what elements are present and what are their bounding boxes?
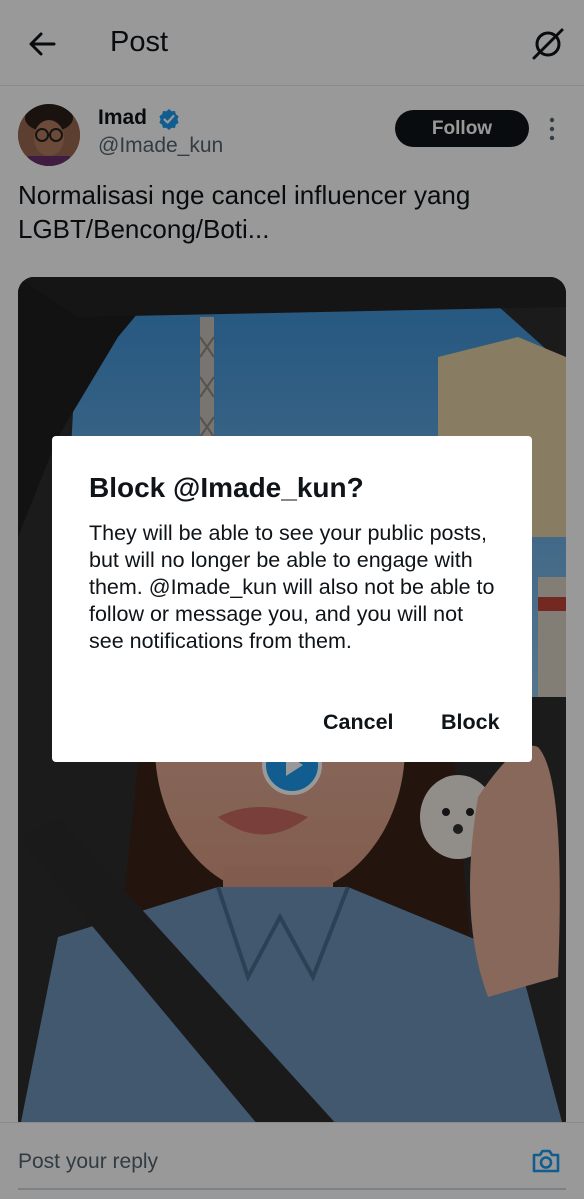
block-dialog: Block @Imade_kun? They will be able to s… <box>52 436 532 762</box>
dialog-title: Block @Imade_kun? <box>89 472 364 503</box>
cancel-button[interactable]: Cancel <box>323 710 394 735</box>
dialog-message: They will be able to see your public pos… <box>89 521 495 653</box>
block-button[interactable]: Block <box>441 710 500 735</box>
